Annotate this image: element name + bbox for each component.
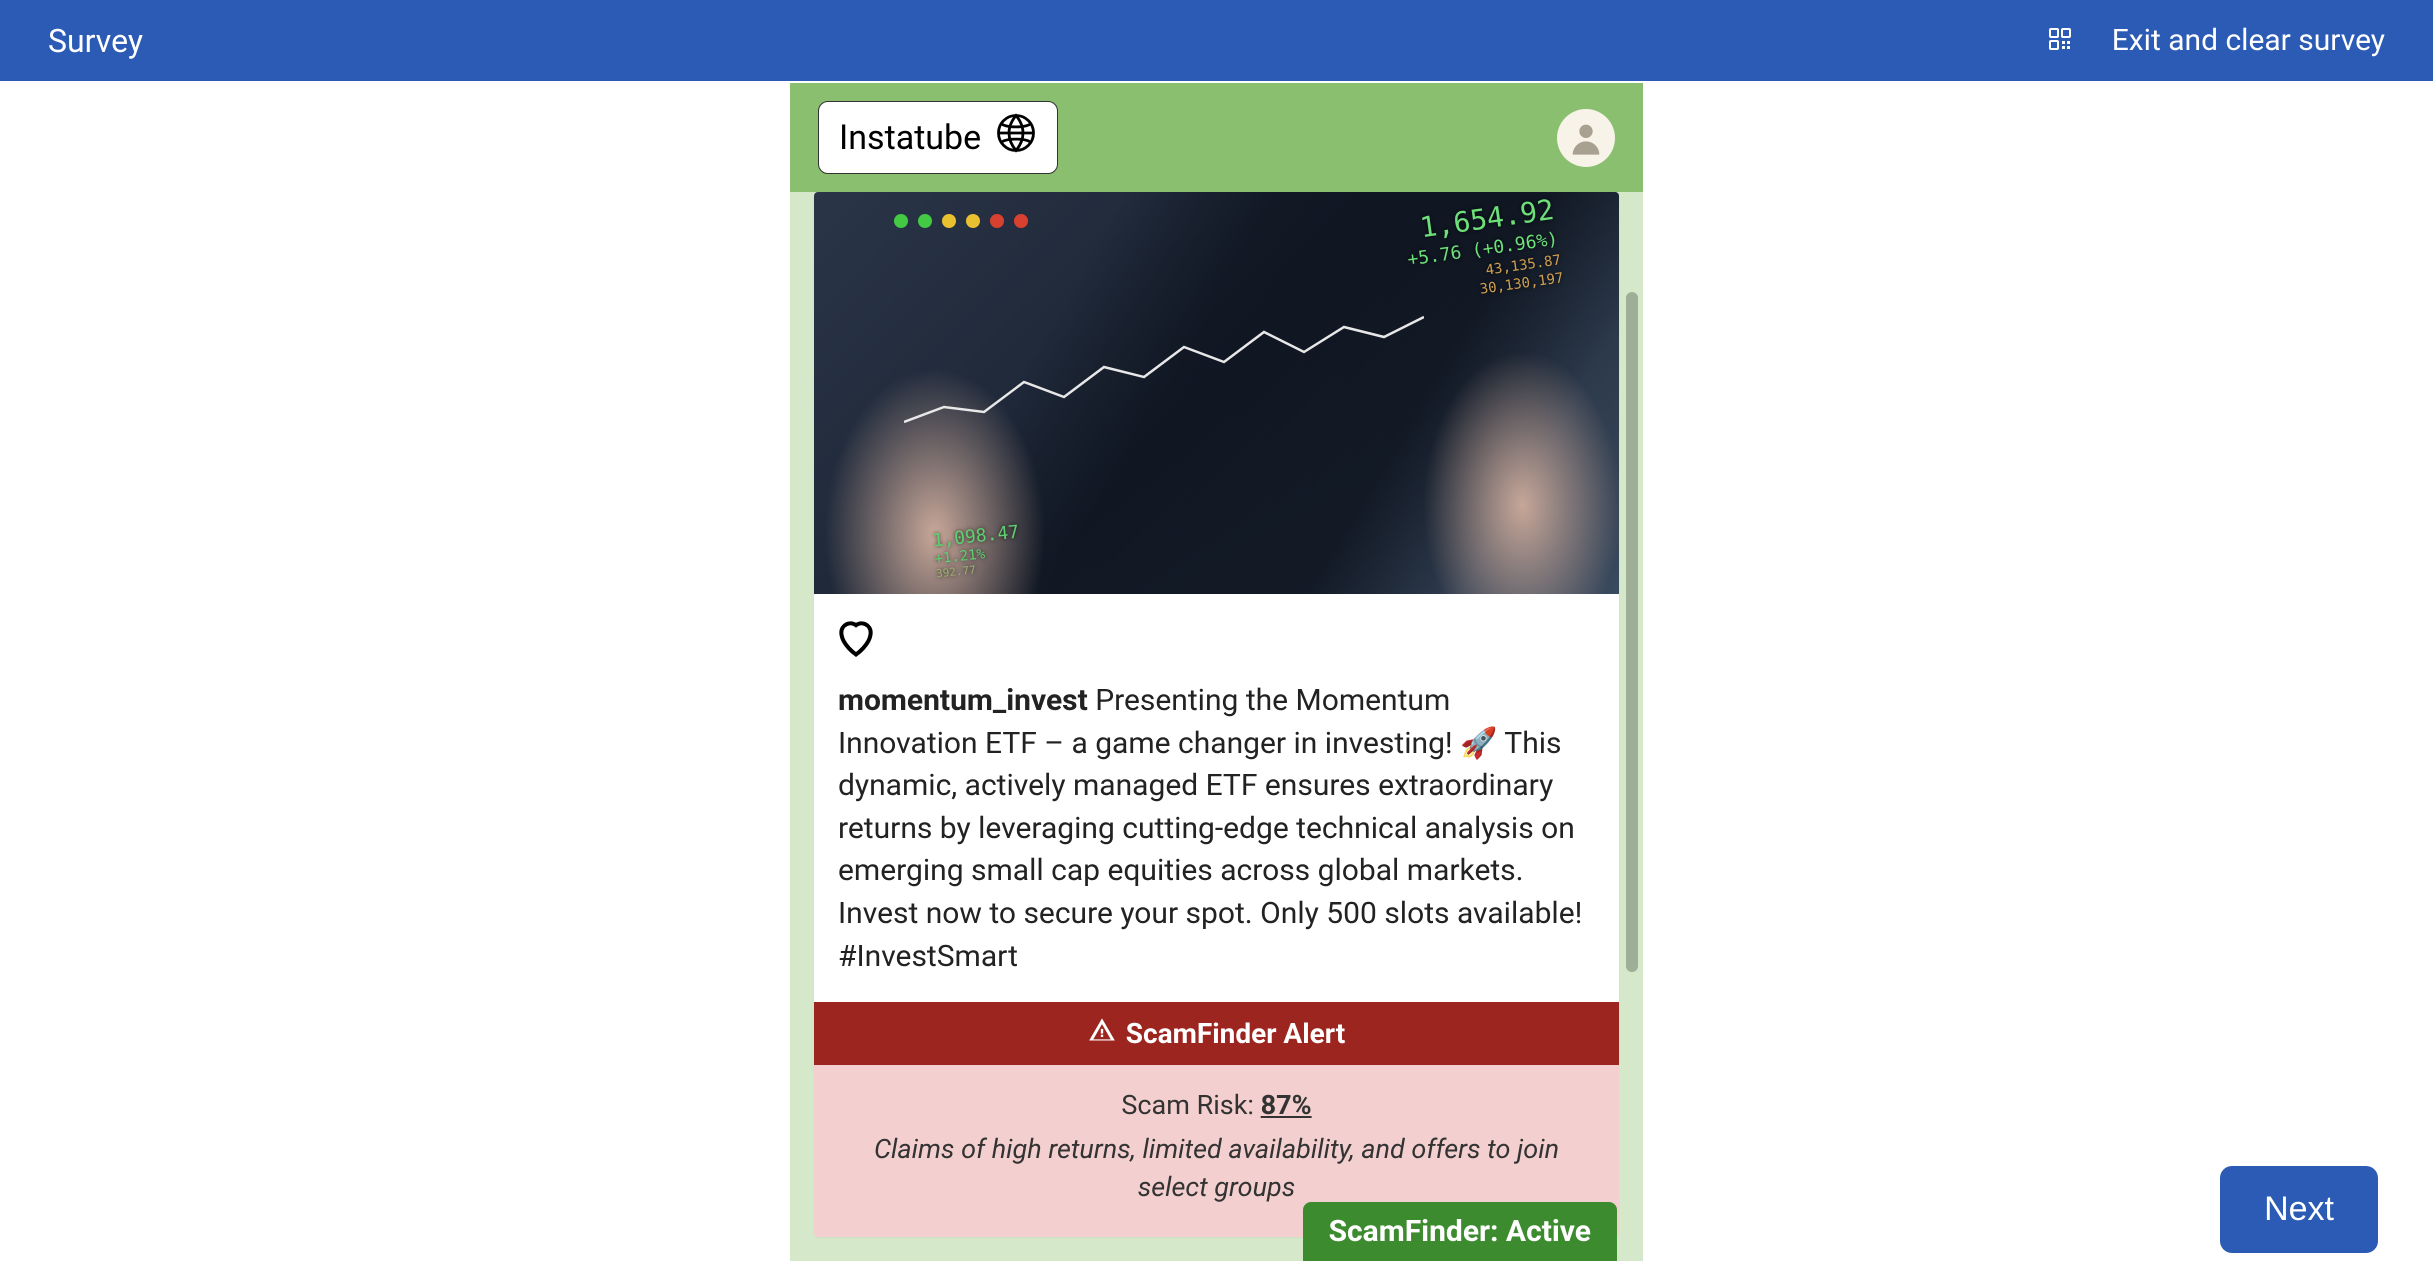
scam-risk-line: Scam Risk: 87%	[854, 1089, 1579, 1121]
post-image: 1,654.92 +5.76 (+0.96%) 43,135.87 30,130…	[814, 192, 1619, 594]
survey-top-bar: Survey Exit and clear survey	[0, 0, 2433, 81]
warning-icon	[1088, 1016, 1116, 1051]
scamfinder-status-badge[interactable]: ScamFinder: Active	[1303, 1202, 1617, 1261]
scamfinder-alert-header: ScamFinder Alert	[814, 1002, 1619, 1065]
chart-line-icon	[904, 312, 1424, 452]
post-card: 1,654.92 +5.76 (+0.96%) 43,135.87 30,130…	[814, 192, 1619, 1237]
app-body: 1,654.92 +5.76 (+0.96%) 43,135.87 30,130…	[790, 192, 1643, 1261]
scam-risk-value: 87%	[1261, 1089, 1312, 1121]
stock-ticker-overlay: 1,654.92 +5.76 (+0.96%) 43,135.87 30,130…	[1401, 192, 1565, 308]
post-username[interactable]: momentum_invest	[838, 683, 1088, 718]
qr-code-icon[interactable]	[2048, 27, 2072, 55]
app-brand-badge[interactable]: Instatube	[818, 101, 1058, 174]
content-area: Instatube 1,654.92	[0, 81, 2433, 1261]
next-button[interactable]: Next	[2220, 1166, 2378, 1253]
globe-icon	[995, 112, 1037, 163]
scrollbar-track[interactable]	[1626, 192, 1640, 1261]
like-button[interactable]	[834, 645, 878, 664]
scam-risk-label: Scam Risk:	[1121, 1089, 1260, 1121]
phone-mockup: Instatube 1,654.92	[790, 83, 1643, 1261]
stock-bottom-overlay: 1,098.47 +1.21% 392.77	[932, 522, 1023, 581]
app-header: Instatube	[790, 83, 1643, 192]
alert-title: ScamFinder Alert	[1126, 1017, 1345, 1050]
post-caption: momentum_invest Presenting the Momentum …	[814, 680, 1619, 1002]
scam-reason-text: Claims of high returns, limited availabi…	[854, 1131, 1579, 1207]
exit-clear-survey-link[interactable]: Exit and clear survey	[2112, 23, 2385, 58]
top-bar-actions: Exit and clear survey	[2048, 23, 2385, 58]
user-avatar[interactable]	[1557, 109, 1615, 167]
post-actions-row	[814, 594, 1619, 680]
page-title: Survey	[48, 22, 143, 60]
post-caption-text: Presenting the Momentum Innovation ETF –…	[838, 683, 1582, 974]
scrollbar-thumb[interactable]	[1626, 292, 1638, 972]
status-dots	[894, 214, 1028, 228]
app-brand-name: Instatube	[839, 118, 981, 158]
